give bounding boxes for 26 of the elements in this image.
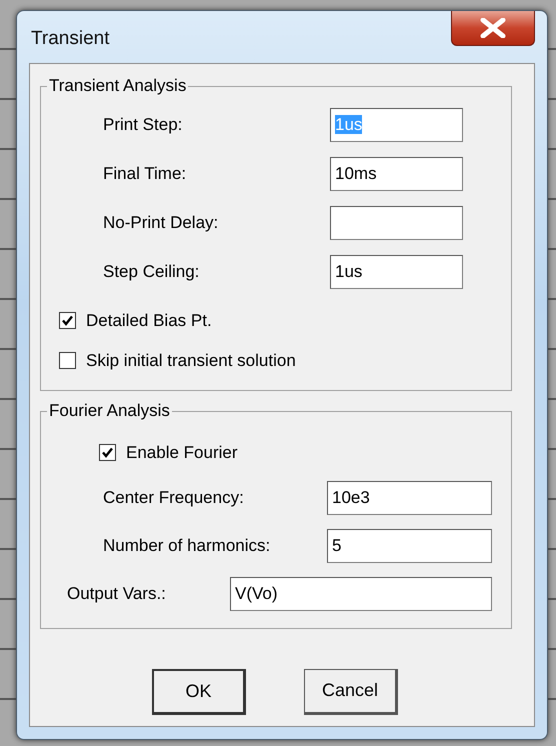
input-field[interactable]: V(Vo) (230, 576, 492, 611)
dialog-button[interactable]: OK (152, 668, 246, 715)
group-title: Fourier Analysis (48, 401, 171, 422)
close-icon (480, 18, 506, 38)
field-label: No-Print Delay: (103, 212, 220, 234)
close-button[interactable] (451, 11, 535, 46)
input-field[interactable]: 10ms (330, 156, 463, 191)
field-label: Output Vars.: (67, 583, 167, 606)
checkbox-label: Skip initial transient solution (86, 350, 296, 372)
group-title: Transient Analysis (48, 76, 188, 96)
input-field[interactable]: 5 (327, 528, 492, 563)
input-field[interactable] (330, 206, 463, 240)
checkbox-label: Enable Fourier (126, 442, 238, 464)
checkbox[interactable] (59, 312, 76, 329)
checkbox[interactable] (99, 444, 116, 462)
field-label: Center Frequency: (103, 487, 245, 510)
field-label: Print Step: (103, 114, 184, 136)
window-title: Transient (31, 27, 110, 51)
field-label: Final Time: (103, 163, 188, 186)
field-label: Step Ceiling: (103, 261, 200, 284)
input-field[interactable]: 10e3 (327, 480, 492, 515)
checkbox[interactable] (59, 352, 76, 369)
input-field[interactable]: 1us (330, 254, 463, 289)
field-label: Number of harmonics: (103, 535, 272, 558)
checkbox-label: Detailed Bias Pt. (86, 310, 212, 332)
dialog-button[interactable]: Cancel (304, 668, 398, 715)
